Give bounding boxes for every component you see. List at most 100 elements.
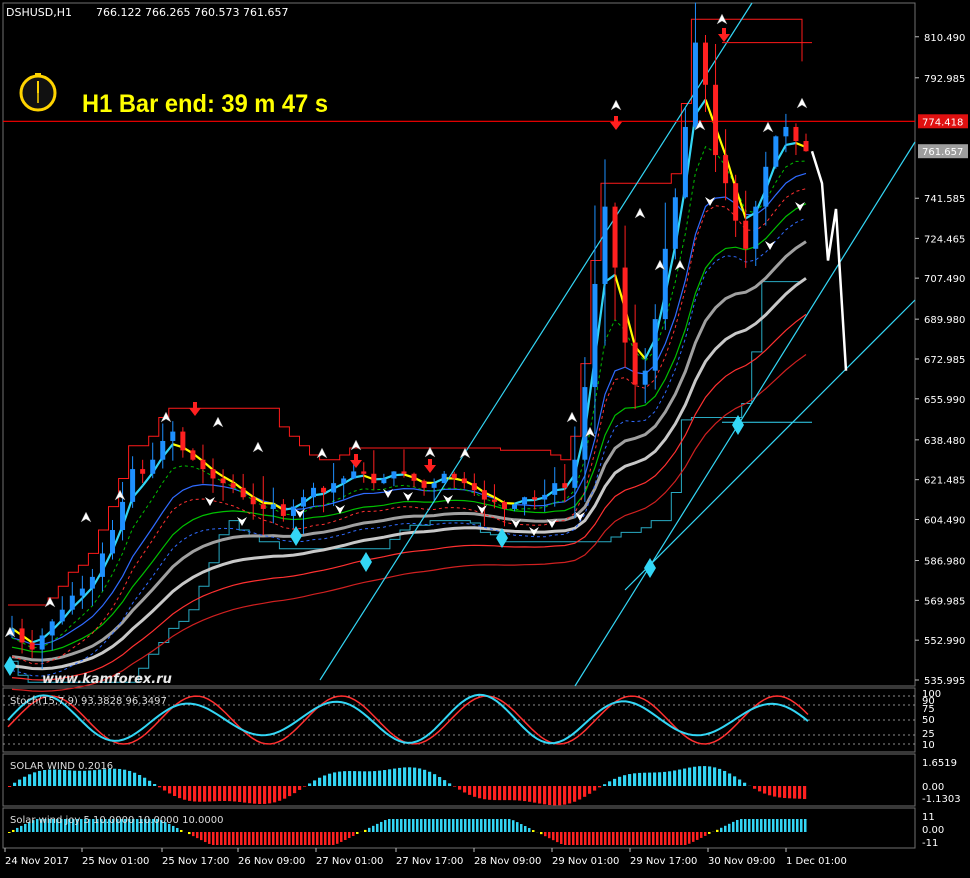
solar-joy-bar [440,819,443,832]
solar-wind-bar [513,786,516,800]
candle-body [371,474,376,483]
solar-joy-bar [352,832,355,836]
candle-body [542,495,547,500]
solar-wind-bar [193,786,196,801]
solar-wind-bar [718,769,721,786]
solar-joy-bar [468,819,471,832]
candle-body [140,469,145,474]
solar-joy-bar [420,819,423,832]
candle-body [150,460,155,474]
solar-joy-bar [288,832,291,845]
solar-wind-levels: 1.6519 0.00 -1.1303 [922,758,961,805]
solar-joy-bar [272,832,275,845]
solar-wind-bar [578,786,581,799]
candle-body [733,183,738,220]
solar-wind-bar [253,786,256,804]
solar-joy-bar [756,819,759,832]
solar-wind-bar [583,786,586,797]
solar-joy-bar [456,819,459,832]
solar-wind-bar [678,770,681,786]
solar-wind-bar [798,786,801,799]
solar-wind-bar [133,773,136,786]
solar-wind-bar [703,766,706,786]
solar-wind-bar [43,770,46,786]
solar-joy-bar [688,832,691,844]
solar-joy-bar [700,832,703,838]
solar-joy-bar [348,832,351,838]
candle-body [482,490,487,499]
chart-window[interactable]: 810.490792.985741.585724.465707.490689.9… [0,0,970,874]
solar-wind-bar [593,786,596,791]
time-tick-label: 30 Nov 09:00 [708,856,775,867]
candle-body [532,497,537,499]
resistance-price-label: 774.418 [922,117,963,128]
solar-wind-bar [483,786,486,799]
solar-joy-bar [208,832,211,844]
solar-joy-bar [248,832,251,845]
time-tick-label: 26 Nov 09:00 [238,856,305,867]
stoch-label: Stoch(15,7,9) 93.3828 96.3497 [10,696,167,707]
solar-joy-bar [324,832,327,845]
candle-body [331,483,336,492]
solar-wind-label: SOLAR WIND 0.2016 [10,761,113,772]
solar-wind-bar [233,786,236,801]
solar-joy-bar [408,819,411,832]
time-axis: 24 Nov 201725 Nov 01:0025 Nov 17:0026 No… [5,848,847,867]
solar-wind-bar [688,768,691,786]
solar-wind-bar [543,786,546,804]
candle-body [170,432,175,441]
solar-joy-bar [492,819,495,832]
solar-wind-bar [778,786,781,797]
candle-body [623,268,628,343]
solar-joy-bar [180,830,183,832]
solar-joy-bar [416,819,419,832]
candle-body [643,371,648,385]
solar-joy-bar [724,826,727,832]
solar-wind-bar [448,783,451,786]
price-tick-label: 552.990 [924,636,965,647]
candle-body [351,471,356,478]
solar-wind-bar [478,786,481,798]
candle-body [100,553,105,576]
candle-body [30,642,35,649]
solar-joy-bar [268,832,271,845]
time-tick-label: 28 Nov 09:00 [474,856,541,867]
solar-wind-bar [473,786,476,797]
solar-wind-bar [18,780,21,786]
price-chart[interactable]: 810.490792.985741.585724.465707.490689.9… [0,0,970,874]
solar-wind-bar [633,773,636,786]
svg-text:11: 11 [922,812,935,823]
solar-wind-bar [463,786,466,792]
solar-joy-bar [716,830,719,832]
solar-joy-bar [664,832,667,845]
candle-body [381,478,386,483]
time-tick-label: 1 Dec 01:00 [786,856,847,867]
solar-joy-bar [260,832,263,845]
solar-joy-bar [752,819,755,832]
candle-body [291,507,296,516]
solar-wind-bar [648,773,651,786]
time-tick-label: 27 Nov 01:00 [316,856,383,867]
solar-wind-bar [208,786,211,802]
price-tick-label: 707.490 [924,274,965,285]
candle-body [190,450,195,459]
solar-wind-bar [743,783,746,786]
solar-joy-bar [792,819,795,832]
solar-wind-bar [453,786,456,787]
solar-wind-bar [353,771,356,786]
candle-body [572,460,577,488]
solar-joy-bar [600,832,603,845]
candle-body [783,127,788,136]
solar-joy-bar [800,819,803,832]
solar-wind-bar [768,786,771,795]
solar-wind-bar [438,777,441,786]
solar-wind-bar [723,771,726,786]
solar-wind-bar [138,775,141,786]
solar-wind-bar [238,786,241,802]
time-tick-label: 25 Nov 17:00 [162,856,229,867]
solar-wind-bar [503,786,506,800]
solar-joy-bar [524,826,527,832]
solar-wind-bar [13,783,16,786]
solar-joy-bar [620,832,623,845]
solar-wind-bar [268,786,271,803]
